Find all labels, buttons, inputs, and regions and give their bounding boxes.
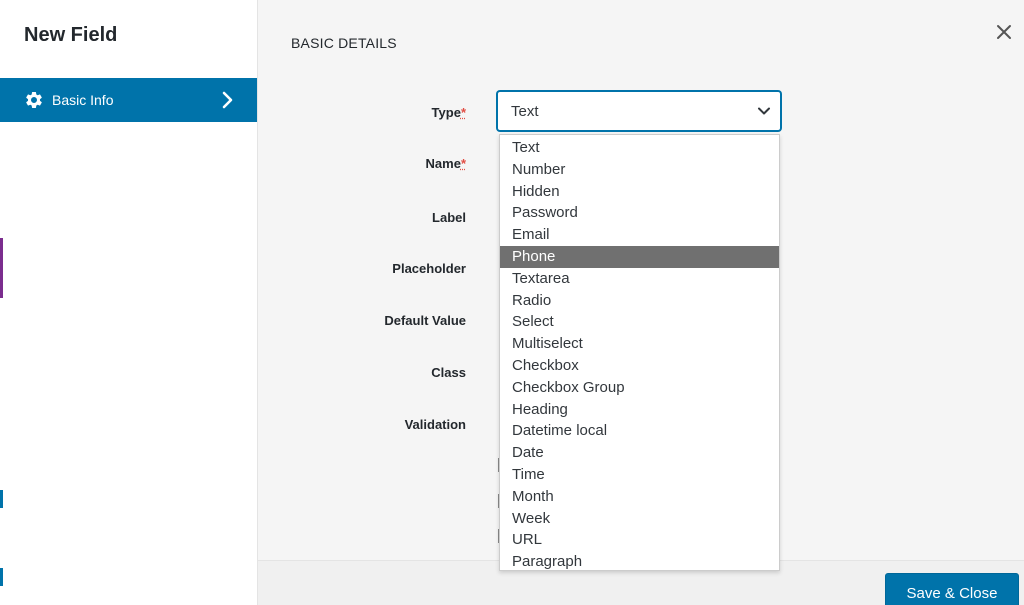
type-option[interactable]: Week	[500, 508, 779, 530]
panel-title: New Field	[24, 24, 118, 46]
type-option[interactable]: Text	[500, 137, 779, 159]
required-marker: *	[460, 105, 466, 120]
type-select-value: Text	[511, 102, 539, 120]
sidebar-item-basic-info[interactable]: Basic Info	[0, 78, 257, 122]
gear-icon	[24, 90, 44, 110]
type-option[interactable]: Number	[500, 159, 779, 181]
close-button[interactable]	[992, 20, 1016, 44]
type-option[interactable]: Paragraph	[500, 551, 779, 573]
type-option[interactable]: Multiselect	[500, 333, 779, 355]
type-dropdown-list: Text Number Hidden Password Email Phone …	[499, 134, 780, 571]
close-icon	[997, 25, 1011, 39]
type-option[interactable]: Month	[500, 486, 779, 508]
type-option-highlighted[interactable]: Phone	[500, 245, 779, 268]
type-select[interactable]: Text	[497, 91, 781, 131]
validation-label: Validation	[404, 417, 466, 432]
type-option[interactable]: Select	[500, 311, 779, 333]
required-marker: *	[460, 156, 466, 171]
class-label: Class	[431, 365, 466, 380]
type-option[interactable]: Datetime local	[500, 420, 779, 442]
chevron-down-icon	[757, 104, 771, 118]
section-title: BASIC DETAILS	[291, 35, 397, 51]
type-option[interactable]: Textarea	[500, 268, 779, 290]
type-option[interactable]: Checkbox	[500, 355, 779, 377]
save-close-button[interactable]: Save & Close	[885, 573, 1019, 605]
type-option[interactable]: Checkbox Group	[500, 377, 779, 399]
sidebar-item-label: Basic Info	[52, 92, 114, 108]
edge-decoration	[0, 490, 3, 508]
edge-decoration	[0, 568, 3, 586]
edge-decoration	[0, 238, 3, 298]
type-option[interactable]: Radio	[500, 290, 779, 312]
type-option[interactable]: URL	[500, 529, 779, 551]
type-option[interactable]: Password	[500, 202, 779, 224]
main-panel: BASIC DETAILS Type* Name* Label Placehol…	[258, 0, 1024, 605]
default-value-label: Default Value	[384, 313, 466, 328]
type-option[interactable]: Hidden	[500, 181, 779, 203]
type-label: Type*	[431, 105, 466, 120]
type-option[interactable]: Email	[500, 224, 779, 246]
sidebar: New Field Basic Info	[0, 0, 258, 605]
placeholder-label: Placeholder	[392, 261, 466, 276]
chevron-right-icon	[221, 90, 235, 110]
type-option[interactable]: Date	[500, 442, 779, 464]
label-label: Label	[432, 210, 466, 225]
name-label: Name*	[425, 156, 466, 171]
type-option[interactable]: Time	[500, 464, 779, 486]
type-option[interactable]: Heading	[500, 399, 779, 421]
